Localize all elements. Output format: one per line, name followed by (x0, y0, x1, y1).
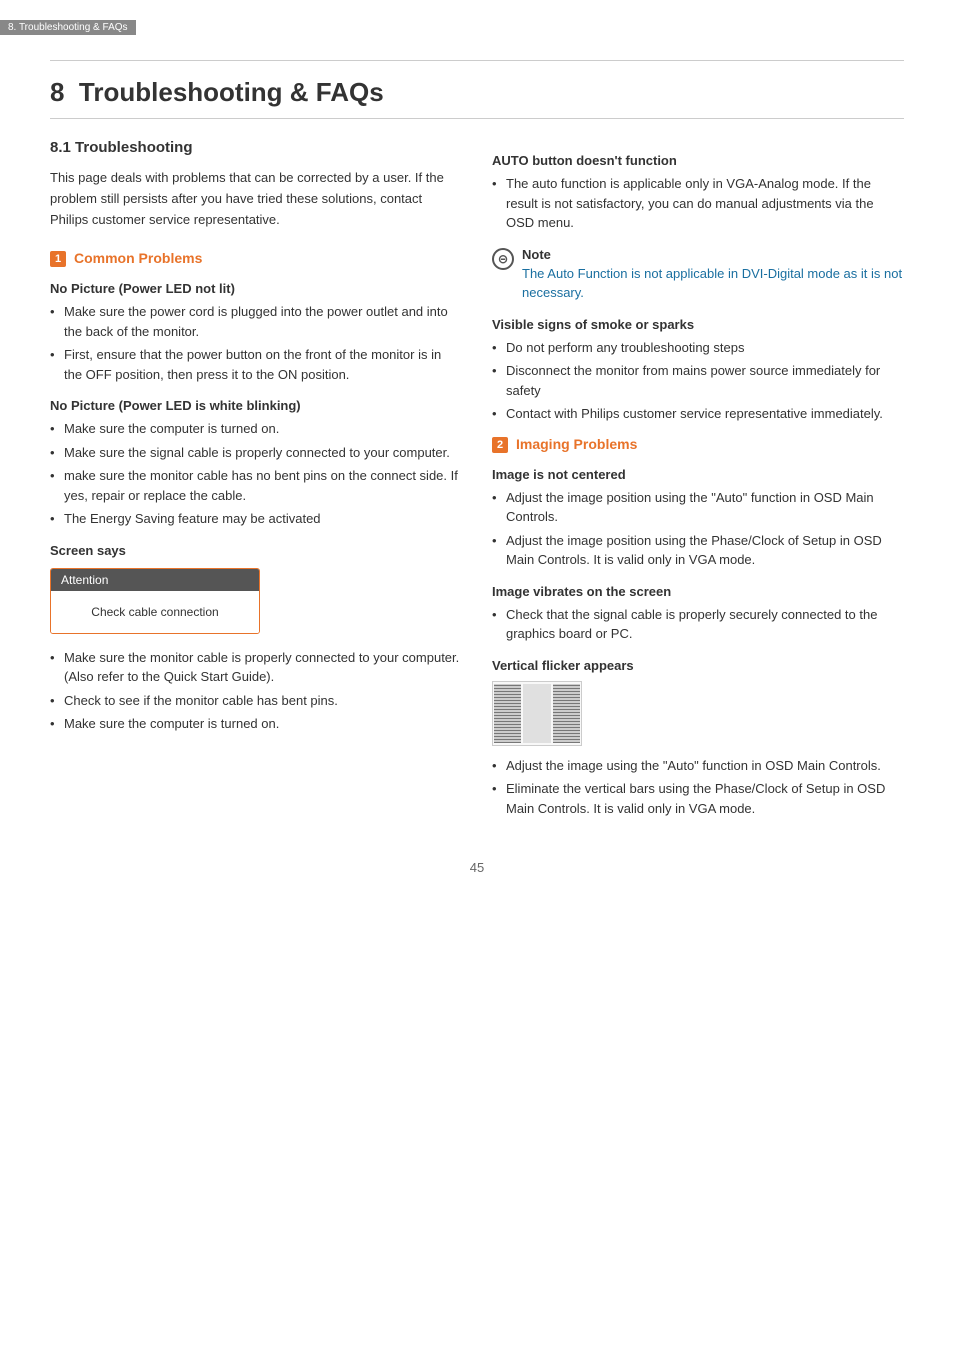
note-text: The Auto Function is not applicable in D… (522, 264, 904, 303)
image-not-centered-title: Image is not centered (492, 467, 904, 482)
left-column: 8.1 Troubleshooting This page deals with… (50, 139, 462, 830)
imaging-problems-header: 2 Imaging Problems (492, 436, 904, 453)
chapter-title: 8 Troubleshooting & FAQs (50, 77, 904, 108)
screen-says-title: Screen says (50, 543, 462, 558)
note-label: Note (522, 247, 904, 262)
visible-signs-list: Do not perform any troubleshooting steps… (492, 338, 904, 424)
visible-signs-section: Visible signs of smoke or sparks Do not … (492, 317, 904, 424)
screen-says-box: Attention Check cable connection (50, 568, 260, 634)
list-item: Make sure the computer is turned on. (50, 419, 462, 439)
subsection-screen-says: Screen says Attention Check cable connec… (50, 543, 462, 734)
list-item: Adjust the image position using the "Aut… (492, 488, 904, 527)
auto-button-title: AUTO button doesn't function (492, 153, 904, 168)
list-item: Make sure the power cord is plugged into… (50, 302, 462, 341)
screen-says-list: Make sure the monitor cable is properly … (50, 648, 462, 734)
screen-says-body: Check cable connection (51, 591, 259, 633)
no-picture-white-title: No Picture (Power LED is white blinking) (50, 398, 462, 413)
intro-text: This page deals with problems that can b… (50, 168, 462, 230)
vertical-flicker-list: Adjust the image using the "Auto" functi… (492, 756, 904, 819)
list-item: Make sure the monitor cable is properly … (50, 648, 462, 687)
visible-signs-title: Visible signs of smoke or sparks (492, 317, 904, 332)
image-vibrates-section: Image vibrates on the screen Check that … (492, 584, 904, 644)
bottom-rule (50, 118, 904, 119)
common-problems-badge: 1 (50, 251, 66, 267)
auto-button-section: AUTO button doesn't function The auto fu… (492, 153, 904, 233)
page-tab: 8. Troubleshooting & FAQs (0, 20, 136, 35)
note-box: ⊝ Note The Auto Function is not applicab… (492, 247, 904, 303)
list-item: Check that the signal cable is properly … (492, 605, 904, 644)
note-icon: ⊝ (492, 248, 514, 270)
list-item: Adjust the image using the "Auto" functi… (492, 756, 904, 776)
subsection-no-picture-led: No Picture (Power LED not lit) Make sure… (50, 281, 462, 384)
list-item: make sure the monitor cable has no bent … (50, 466, 462, 505)
list-item: Adjust the image position using the Phas… (492, 531, 904, 570)
imaging-problems-badge: 2 (492, 437, 508, 453)
image-vibrates-title: Image vibrates on the screen (492, 584, 904, 599)
section-81-title: 8.1 Troubleshooting (50, 139, 462, 156)
no-picture-white-list: Make sure the computer is turned on. Mak… (50, 419, 462, 529)
image-vibrates-list: Check that the signal cable is properly … (492, 605, 904, 644)
image-not-centered-list: Adjust the image position using the "Aut… (492, 488, 904, 570)
auto-button-list: The auto function is applicable only in … (492, 174, 904, 233)
note-content: Note The Auto Function is not applicable… (522, 247, 904, 303)
subsection-no-picture-white: No Picture (Power LED is white blinking)… (50, 398, 462, 529)
image-not-centered-section: Image is not centered Adjust the image p… (492, 467, 904, 570)
vertical-flicker-section: Vertical flicker appears Adjust the imag… (492, 658, 904, 819)
list-item: Contact with Philips customer service re… (492, 404, 904, 424)
list-item: First, ensure that the power button on t… (50, 345, 462, 384)
list-item: The Energy Saving feature may be activat… (50, 509, 462, 529)
list-item: Make sure the computer is turned on. (50, 714, 462, 734)
list-item: Eliminate the vertical bars using the Ph… (492, 779, 904, 818)
imaging-problems-title: Imaging Problems (516, 436, 637, 452)
list-item: Do not perform any troubleshooting steps (492, 338, 904, 358)
vertical-flicker-image (492, 681, 582, 746)
list-item: Disconnect the monitor from mains power … (492, 361, 904, 400)
page-number: 45 (50, 860, 904, 875)
screen-says-header: Attention (51, 569, 259, 591)
list-item: Check to see if the monitor cable has be… (50, 691, 462, 711)
right-column: AUTO button doesn't function The auto fu… (492, 139, 904, 830)
list-item: The auto function is applicable only in … (492, 174, 904, 233)
vertical-flicker-title: Vertical flicker appears (492, 658, 904, 673)
list-item: Make sure the signal cable is properly c… (50, 443, 462, 463)
no-picture-led-list: Make sure the power cord is plugged into… (50, 302, 462, 384)
common-problems-header: 1 Common Problems (50, 250, 462, 267)
common-problems-title: Common Problems (74, 250, 202, 266)
top-rule (50, 60, 904, 61)
no-picture-led-title: No Picture (Power LED not lit) (50, 281, 462, 296)
